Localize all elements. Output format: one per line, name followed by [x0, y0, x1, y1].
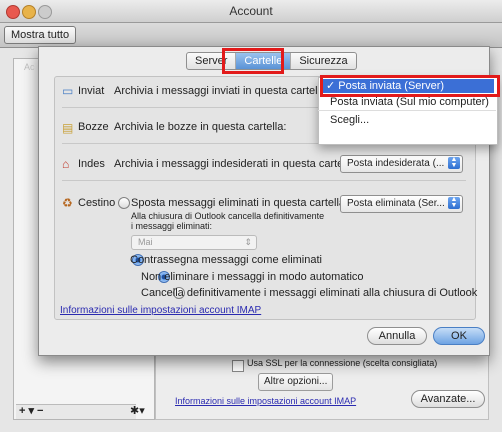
purge-on-quit-label: Cancella definitivamente i messaggi elim…	[141, 287, 478, 299]
junk-folder-popup[interactable]: Posta indesiderata (... ▲ ▼	[340, 155, 463, 173]
purge-interval-select[interactable]: Mai ⇕	[131, 235, 257, 250]
trash-folder-popup[interactable]: Posta eliminata (Ser... ▲ ▼	[340, 195, 463, 213]
advanced-button[interactable]: Avanzate...	[411, 390, 485, 408]
separator	[62, 180, 466, 181]
junk-row-name: Indes	[78, 158, 105, 170]
keep-messages-label: Non eliminare i messaggi in modo automat…	[141, 271, 364, 283]
account-list-fragment: Ac	[24, 62, 35, 72]
window-title: Account	[229, 4, 273, 18]
ssl-checkbox[interactable]	[232, 360, 244, 372]
menu-item-choose[interactable]: Scegli...	[330, 114, 369, 126]
drafts-folder-icon: ▤	[62, 121, 74, 135]
trash-folder-icon: ♻	[62, 196, 73, 210]
purge-note-line2: i messaggi eliminati:	[131, 221, 213, 231]
more-options-button[interactable]: Altre opzioni...	[258, 373, 334, 391]
purge-interval-value: Mai	[138, 237, 153, 247]
menu-highlight-box	[320, 75, 500, 97]
trash-row-name: Cestino	[78, 197, 116, 209]
drafts-row-name: Bozze	[78, 121, 109, 133]
sent-row-name: Inviat	[78, 85, 105, 97]
junk-row-desc: Archivia i messaggi indesiderati in ques…	[114, 158, 358, 170]
show-all-button[interactable]: Mostra tutto	[4, 26, 77, 44]
mark-deleted-label: Contrassegna messaggi come eliminati	[130, 254, 322, 266]
purge-note-line1: Alla chiusura di Outlook cancella defini…	[131, 211, 325, 221]
junk-folder-icon: ⌂	[62, 157, 70, 171]
ssl-label: Usa SSL per la connessione (scelta consi…	[247, 358, 438, 368]
menu-item-sent-local[interactable]: Posta inviata (Sul mio computer)	[330, 96, 489, 108]
tab-highlight-box	[222, 48, 284, 74]
move-deleted-label: Sposta messaggi eliminati in questa cart…	[131, 197, 349, 209]
gear-icon[interactable]: ✱▾	[130, 404, 145, 417]
imap-info-link[interactable]: Informazioni sulle impostazioni account …	[60, 305, 261, 316]
drafts-row-desc: Archivia le bozze in questa cartella:	[114, 121, 287, 133]
menu-separator	[318, 110, 496, 111]
background-info-link[interactable]: Informazioni sulle impostazioni account …	[175, 396, 356, 406]
tab-security[interactable]: Sicurezza	[291, 53, 355, 69]
account-list-controls[interactable]: + ▾ −	[19, 404, 43, 417]
cancel-button[interactable]: Annulla	[367, 327, 427, 345]
junk-popup-value: Posta indesiderata (...	[347, 158, 445, 169]
move-deleted-radio[interactable]	[118, 197, 130, 209]
trash-popup-value: Posta eliminata (Ser...	[347, 198, 445, 209]
sent-folder-icon: ▭	[62, 84, 74, 98]
ok-button[interactable]: OK	[433, 327, 485, 345]
sent-row-desc: Archivia i messaggi inviati in questa ca…	[114, 85, 330, 97]
